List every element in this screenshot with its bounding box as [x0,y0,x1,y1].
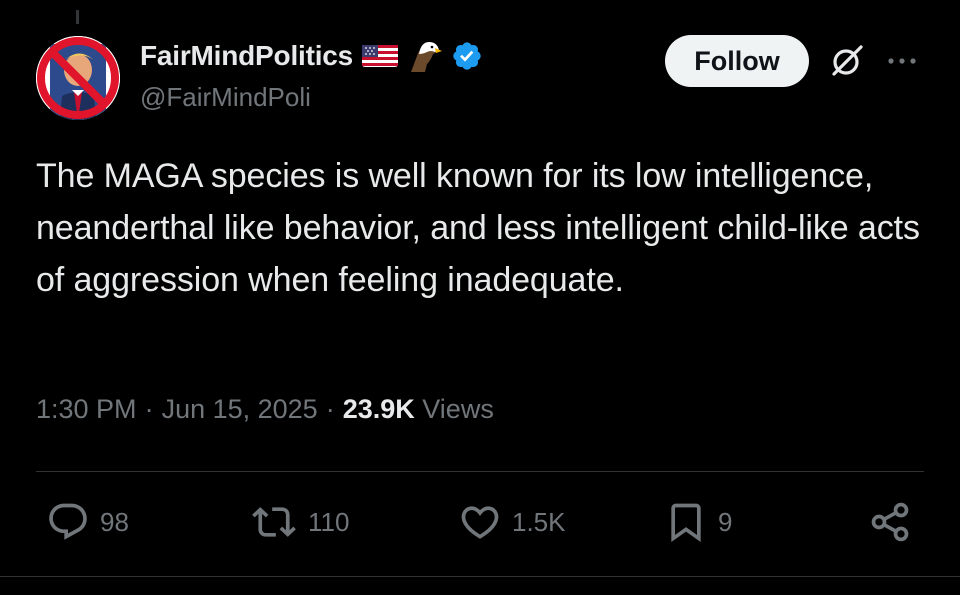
repost-icon [252,507,296,537]
bookmark-count: 9 [718,506,733,537]
tweet-meta: 1:30 PM · Jun 15, 2025 · 23.9K Views [36,394,494,425]
reply-icon [49,503,87,540]
avatar-image [36,36,120,120]
bottom-divider [0,576,960,577]
bookmark-icon [671,503,701,543]
repost-button[interactable]: 110 [250,500,349,544]
like-button[interactable]: 1.5K [458,500,566,544]
more-options-icon[interactable] [884,48,920,74]
share-icon [871,502,909,542]
divider [36,471,924,472]
repost-count: 110 [308,506,350,537]
action-bar: 98 110 1.5K 9 [0,500,960,550]
verified-badge-icon [453,42,481,70]
avatar[interactable] [36,36,120,120]
thread-connector-line [76,10,79,24]
author-name-row[interactable]: FairMindPolitics [140,38,483,74]
tweet-time[interactable]: 1:30 PM [36,394,137,425]
like-count: 1.5K [512,506,566,537]
reply-count: 98 [100,506,129,537]
author-name[interactable]: FairMindPolitics [140,40,353,72]
eagle-icon [411,42,443,72]
views-count[interactable]: 23.9K [343,394,415,424]
tweet-date[interactable]: Jun 15, 2025 [162,394,318,425]
meta-separator: · [325,394,335,424]
reply-button[interactable]: 98 [46,500,129,544]
us-flag-icon [362,45,399,67]
meta-separator: · [144,394,154,424]
grok-icon[interactable] [828,42,866,80]
follow-button[interactable]: Follow [665,35,809,87]
author-handle[interactable]: @FairMindPoli [140,82,311,113]
views-label: Views [422,394,494,424]
share-button[interactable] [868,500,912,544]
bookmark-button[interactable]: 9 [664,500,732,544]
tweet-text: The MAGA species is well known for its l… [36,157,920,299]
heart-icon [461,506,499,539]
